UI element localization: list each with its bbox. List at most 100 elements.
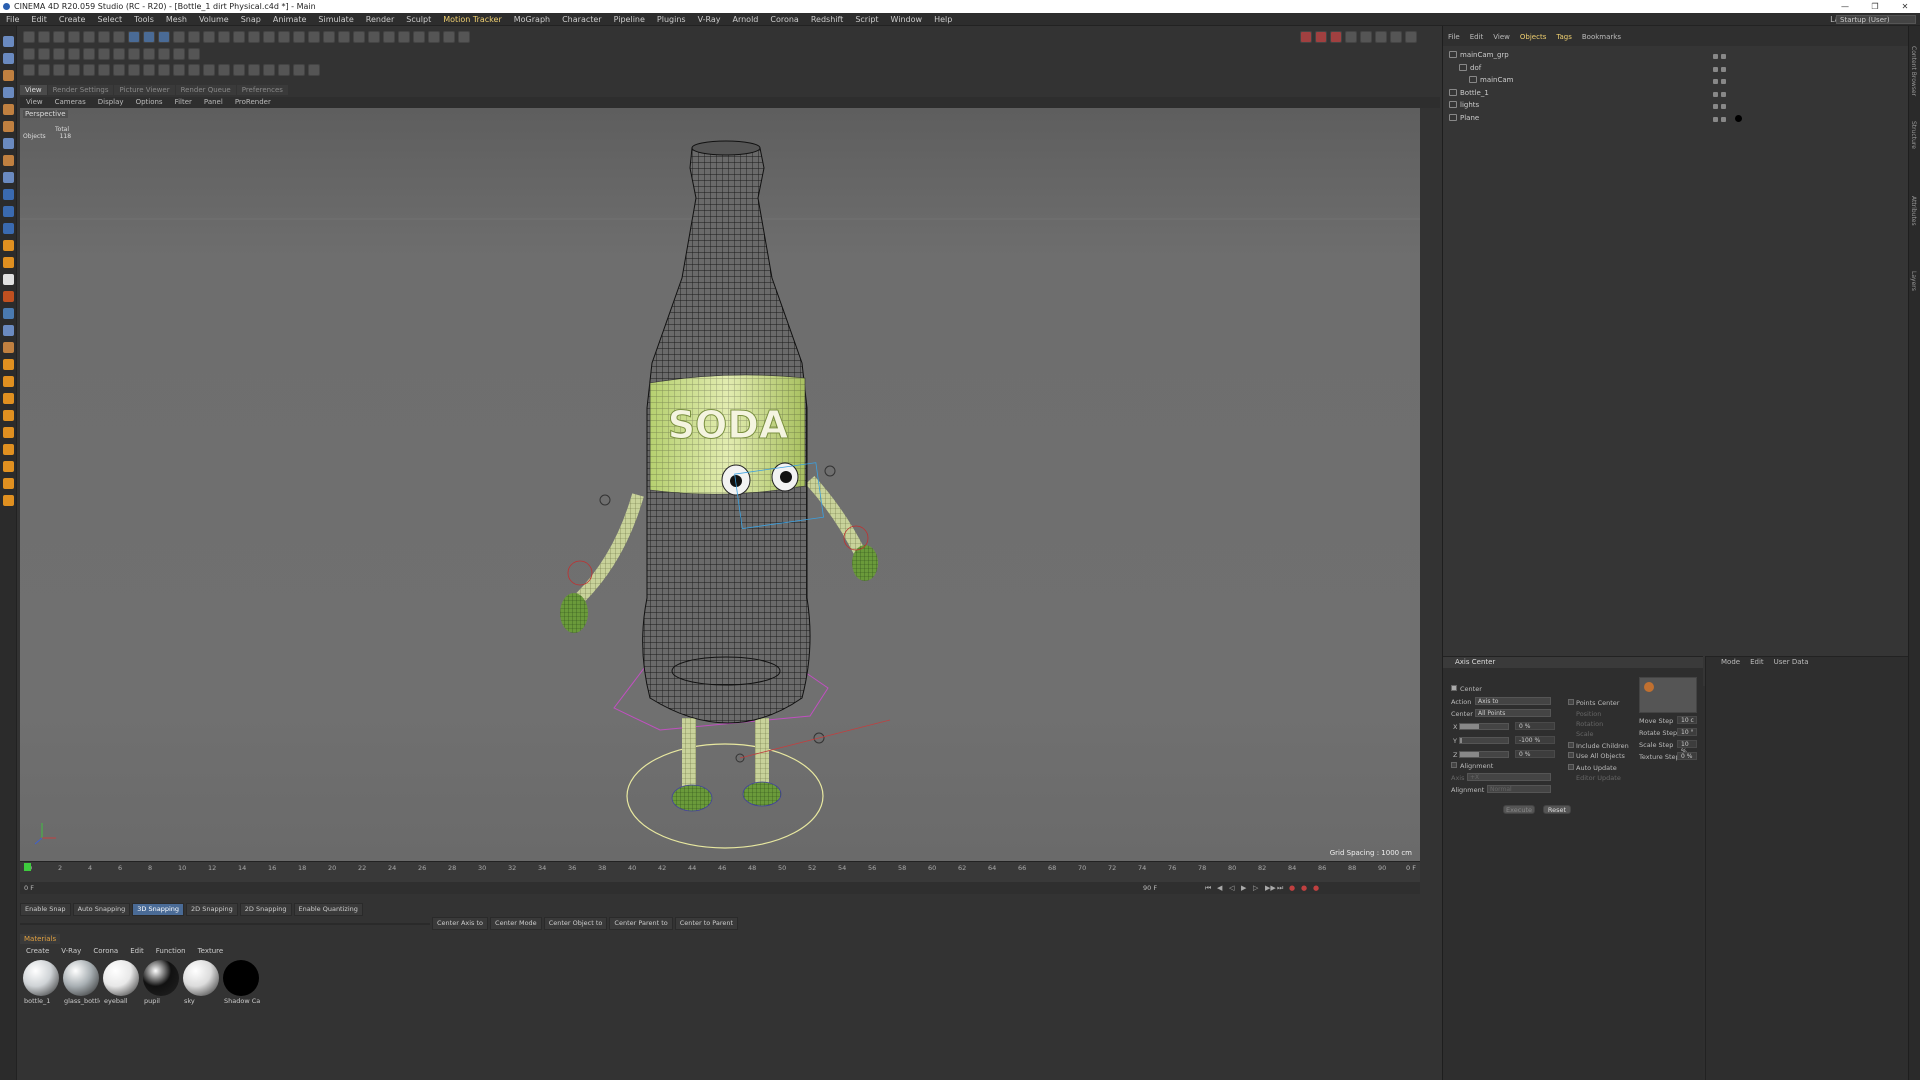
include-children-checkbox[interactable] bbox=[1568, 742, 1574, 748]
toolbar-button[interactable] bbox=[128, 64, 140, 76]
menu-render[interactable]: Render bbox=[360, 13, 400, 26]
object-row[interactable]: dof bbox=[1459, 63, 1481, 74]
material-swatch[interactable]: sky bbox=[182, 959, 220, 1007]
visibility-dot-icon[interactable] bbox=[1721, 79, 1726, 84]
visibility-dot-icon[interactable] bbox=[1713, 91, 1718, 97]
menu-script[interactable]: Script bbox=[849, 13, 884, 26]
menu-arnold[interactable]: Arnold bbox=[726, 13, 764, 26]
toolbar-button[interactable] bbox=[248, 31, 260, 43]
material-swatch[interactable]: pupil bbox=[142, 959, 180, 1007]
menu-animate[interactable]: Animate bbox=[267, 13, 313, 26]
toolbar-button[interactable] bbox=[383, 31, 395, 43]
axis-tool-center-to-parent[interactable]: Center to Parent bbox=[674, 917, 739, 930]
toolbar-button[interactable] bbox=[308, 64, 320, 76]
tool-icon[interactable] bbox=[3, 427, 14, 438]
toolbar-button[interactable] bbox=[53, 64, 65, 76]
use-all-objects-checkbox[interactable] bbox=[1568, 752, 1574, 758]
object-menu-objects[interactable]: Objects bbox=[1515, 32, 1551, 43]
menu-help[interactable]: Help bbox=[928, 13, 958, 26]
menu-simulate[interactable]: Simulate bbox=[312, 13, 359, 26]
viewport-menu-cameras[interactable]: Cameras bbox=[49, 97, 92, 108]
tab-render-queue[interactable]: Render Queue bbox=[175, 85, 236, 95]
visibility-dot-icon[interactable] bbox=[1713, 66, 1718, 72]
toolbar-button[interactable] bbox=[38, 31, 50, 43]
materials-menu-edit[interactable]: Edit bbox=[124, 946, 150, 956]
side-tab-content-browser[interactable]: Content Browser bbox=[1910, 46, 1917, 96]
playback-button-icon[interactable]: ● bbox=[1289, 884, 1301, 892]
toolbar-button[interactable] bbox=[98, 31, 110, 43]
toolbar-button[interactable] bbox=[218, 31, 230, 43]
menu-create[interactable]: Create bbox=[53, 13, 92, 26]
tool-icon[interactable] bbox=[3, 36, 14, 47]
center-mode-select[interactable]: All Points bbox=[1475, 709, 1551, 717]
toolbar-button[interactable] bbox=[98, 64, 110, 76]
material-swatch[interactable]: Shadow Ca bbox=[222, 959, 260, 1007]
playhead[interactable] bbox=[24, 863, 31, 871]
menu-character[interactable]: Character bbox=[556, 13, 608, 26]
toolbar-button[interactable] bbox=[308, 31, 320, 43]
toolbar-button[interactable] bbox=[173, 64, 185, 76]
y-field[interactable]: -100 % bbox=[1515, 736, 1555, 744]
materials-tab[interactable]: Materials bbox=[20, 934, 61, 944]
playback-button-icon[interactable]: ● bbox=[1301, 884, 1313, 892]
tool-icon[interactable] bbox=[3, 325, 14, 336]
render-button[interactable] bbox=[1375, 31, 1387, 43]
side-tab-attributes[interactable]: Attributes bbox=[1910, 196, 1917, 226]
visibility-dot-icon[interactable] bbox=[1713, 104, 1718, 109]
timeline-ruler[interactable]: 0246810121416182022242628303234363840424… bbox=[20, 861, 1420, 882]
rotate-step-field[interactable]: 10 ° bbox=[1677, 728, 1697, 736]
toolbar-button[interactable] bbox=[233, 31, 245, 43]
toolbar-button[interactable] bbox=[53, 48, 65, 60]
toolbar-button[interactable] bbox=[113, 48, 125, 60]
toolbar-button[interactable] bbox=[338, 31, 350, 43]
menu-file[interactable]: File bbox=[0, 13, 25, 26]
attr-menu-user-data[interactable]: User Data bbox=[1769, 657, 1814, 668]
material-swatch[interactable]: glass_bottle bbox=[62, 959, 100, 1007]
menu-edit[interactable]: Edit bbox=[25, 13, 53, 26]
object-menu-file[interactable]: File bbox=[1443, 32, 1465, 43]
materials-menu-v-ray[interactable]: V-Ray bbox=[55, 946, 87, 956]
tool-icon[interactable] bbox=[3, 155, 14, 166]
viewport-menu-options[interactable]: Options bbox=[130, 97, 169, 108]
object-row[interactable]: Plane bbox=[1449, 113, 1479, 124]
tool-icon[interactable] bbox=[3, 359, 14, 370]
materials-menu-corona[interactable]: Corona bbox=[87, 946, 124, 956]
tool-icon[interactable] bbox=[3, 240, 14, 251]
menu-volume[interactable]: Volume bbox=[193, 13, 235, 26]
maximize-button[interactable]: ❐ bbox=[1860, 0, 1890, 13]
viewport-menu-prorender[interactable]: ProRender bbox=[229, 97, 277, 108]
toolbar-button[interactable] bbox=[113, 31, 125, 43]
toolbar-button[interactable] bbox=[203, 31, 215, 43]
toolbar-button[interactable] bbox=[263, 31, 275, 43]
snap-2d-snapping[interactable]: 2D Snapping bbox=[186, 903, 238, 916]
render-button[interactable] bbox=[1345, 31, 1357, 43]
tool-icon[interactable] bbox=[3, 478, 14, 489]
toolbar-button[interactable] bbox=[143, 31, 155, 43]
toolbar-button[interactable] bbox=[443, 31, 455, 43]
object-row[interactable]: lights bbox=[1449, 100, 1479, 111]
toolbar-button[interactable] bbox=[353, 31, 365, 43]
toolbar-button[interactable] bbox=[398, 31, 410, 43]
toolbar-button[interactable] bbox=[68, 48, 80, 60]
center-checkbox[interactable] bbox=[1451, 685, 1457, 691]
viewport-menu-display[interactable]: Display bbox=[92, 97, 130, 108]
toolbar-button[interactable] bbox=[293, 31, 305, 43]
toolbar-button[interactable] bbox=[278, 64, 290, 76]
render-button[interactable] bbox=[1300, 31, 1312, 43]
visibility-dot-icon[interactable] bbox=[1721, 91, 1726, 97]
toolbar-button[interactable] bbox=[98, 48, 110, 60]
menu-motion-tracker[interactable]: Motion Tracker bbox=[437, 13, 508, 26]
toolbar-button[interactable] bbox=[38, 64, 50, 76]
toolbar-button[interactable] bbox=[368, 31, 380, 43]
menu-mesh[interactable]: Mesh bbox=[160, 13, 193, 26]
minimize-button[interactable]: — bbox=[1830, 0, 1860, 13]
axis-tool-center-axis-to[interactable]: Center Axis to bbox=[432, 917, 489, 930]
snap-enable-quantizing[interactable]: Enable Quantizing bbox=[293, 903, 363, 916]
tool-icon[interactable] bbox=[3, 189, 14, 200]
texture-step-field[interactable]: 0 % bbox=[1677, 752, 1697, 760]
y-slider[interactable] bbox=[1459, 737, 1509, 744]
snap-2d-snapping[interactable]: 2D Snapping bbox=[239, 903, 292, 916]
menu-sculpt[interactable]: Sculpt bbox=[400, 13, 437, 26]
toolbar-button[interactable] bbox=[128, 48, 140, 60]
viewport-menu-view[interactable]: View bbox=[20, 97, 49, 108]
